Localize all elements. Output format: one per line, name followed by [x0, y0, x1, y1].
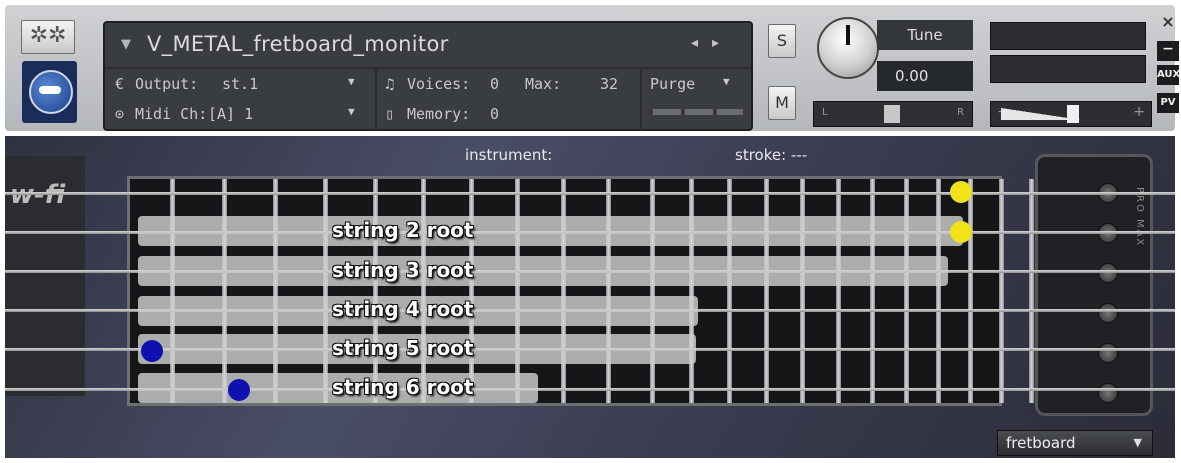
collapse-caret-icon[interactable]: ▼	[121, 37, 131, 52]
fret-wire	[468, 179, 474, 403]
aux-button[interactable]: AUX	[1157, 65, 1180, 85]
fret-wire	[372, 179, 378, 403]
string-3-root-bar	[138, 256, 948, 286]
pickup-brand-text: PRO MAX	[1134, 187, 1145, 248]
fret-wire	[688, 179, 694, 403]
fret-wire	[903, 179, 909, 403]
max-label: Max:	[525, 75, 562, 93]
note-dot-yellow	[950, 181, 972, 203]
chevron-down-icon: ▼	[1133, 436, 1142, 449]
fretboard-neck	[127, 176, 1034, 406]
kontakt-instrument-window: ✲✲ ▼ V_METAL_fretboard_monitor ◂▸ € Outp…	[0, 0, 1181, 463]
volume-handle[interactable]	[1067, 105, 1079, 123]
fret-wire	[170, 179, 175, 403]
pv-button[interactable]: PV	[1157, 93, 1179, 113]
fret-wire	[936, 179, 942, 403]
output-label: Output:	[135, 75, 199, 93]
midi-icon: ⊙	[115, 105, 125, 123]
fret-wire	[763, 179, 769, 403]
output-dropdown-icon[interactable]: ▼	[348, 75, 355, 88]
root-dot-blue	[141, 340, 163, 362]
fret-wire	[515, 179, 521, 403]
string-2-root-label: string 2 root	[332, 218, 474, 242]
stroke-status-label: stroke: ---	[735, 146, 808, 164]
memory-label: Memory:	[407, 105, 471, 123]
purge-dropdown-icon[interactable]: ▼	[723, 75, 730, 88]
purge-meter	[653, 109, 743, 115]
instrument-status-label: instrument:	[465, 146, 553, 164]
root-dot-blue	[228, 379, 250, 401]
string-2-root-bar	[138, 216, 963, 246]
fret-wire	[605, 179, 611, 403]
instrument-header: ✲✲ ▼ V_METAL_fretboard_monitor ◂▸ € Outp…	[5, 5, 1180, 131]
voices-value: 0	[490, 75, 500, 93]
gear-icon: ✲✲	[29, 23, 67, 48]
max-value[interactable]: 32	[600, 75, 618, 93]
instrument-logo	[22, 61, 77, 123]
headstock-logo: w-fi	[10, 180, 66, 210]
pan-handle[interactable]	[884, 105, 900, 123]
tune-value[interactable]: 0.00	[877, 61, 973, 91]
fret-wire	[649, 179, 655, 403]
fret-wire	[968, 179, 974, 403]
fret-wire	[870, 179, 875, 403]
memory-icon: ▯	[385, 105, 395, 123]
tune-label: Tune	[877, 20, 973, 50]
fret-wire	[222, 179, 227, 403]
instrument-options-button[interactable]: ✲✲	[21, 20, 75, 54]
tune-knob[interactable]	[817, 17, 879, 79]
string-6-root-label: string 6 root	[332, 375, 474, 399]
view-select-dropdown[interactable]: fretboard ▼	[997, 430, 1153, 456]
string-3-root-label: string 3 root	[332, 258, 474, 282]
output-meter-left	[990, 22, 1146, 50]
fret-wire	[999, 179, 1004, 403]
midi-value[interactable]: [A] 1	[208, 105, 253, 123]
volume-plus-label: +	[1133, 104, 1145, 120]
fret-wire	[273, 179, 279, 403]
midi-label: Midi Ch:	[135, 105, 208, 123]
fretboard-view: w-fi instrument: stroke: --- PRO MAX str…	[5, 136, 1175, 458]
purge-button[interactable]: Purge	[650, 75, 695, 93]
mute-button[interactable]: M	[768, 86, 796, 120]
output-meter-right	[990, 55, 1146, 83]
pan-right-label: R	[957, 107, 964, 118]
volume-slider[interactable]: − +	[990, 101, 1152, 127]
pan-slider[interactable]: L R	[813, 101, 973, 127]
voices-icon: ♫	[385, 75, 395, 93]
fret-wire	[421, 179, 426, 403]
fret-wire	[1029, 179, 1034, 403]
guitar-string	[5, 192, 1175, 195]
fret-wire	[835, 179, 841, 403]
midi-dropdown-icon[interactable]: ▼	[348, 105, 355, 118]
string-5-root-label: string 5 root	[332, 336, 474, 360]
output-value[interactable]: st.1	[222, 75, 258, 93]
solo-button[interactable]: S	[768, 24, 796, 58]
pan-left-label: L	[822, 107, 828, 118]
string-4-root-label: string 4 root	[332, 297, 474, 321]
view-select-value: fretboard	[1006, 434, 1076, 452]
fret-wire	[800, 179, 806, 403]
output-icon: €	[115, 75, 125, 93]
fret-wire	[560, 179, 566, 403]
close-button[interactable]: ×	[1157, 12, 1179, 31]
fret-wire	[323, 179, 329, 403]
minimize-button[interactable]: −	[1157, 41, 1179, 61]
memory-value: 0	[490, 105, 500, 123]
instrument-info-panel: ▼ V_METAL_fretboard_monitor ◂▸ € Output:…	[103, 21, 753, 131]
fret-wire	[726, 179, 732, 403]
instrument-nav-arrows[interactable]: ◂▸	[691, 35, 733, 51]
voices-label: Voices:	[407, 75, 471, 93]
note-dot-yellow	[950, 221, 972, 243]
instrument-name: V_METAL_fretboard_monitor	[147, 32, 449, 56]
